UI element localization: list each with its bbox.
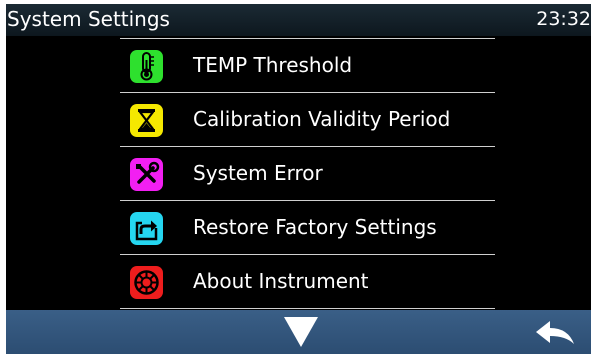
hourglass-icon — [130, 104, 163, 137]
menu-item-temp-threshold[interactable]: TEMP Threshold — [120, 38, 495, 92]
menu-item-label: System Error — [193, 161, 323, 185]
menu-item-label: About Instrument — [193, 269, 369, 293]
bottom-toolbar — [6, 310, 591, 354]
info-ring-icon — [130, 266, 163, 299]
menu-item-calibration-validity[interactable]: Calibration Validity Period — [120, 92, 495, 146]
tools-icon — [130, 158, 163, 191]
title-bar: System Settings 23:32 — [6, 4, 591, 36]
menu-item-restore-factory[interactable]: Restore Factory Settings — [120, 200, 495, 254]
menu-item-label: TEMP Threshold — [193, 53, 353, 77]
menu-item-label: Calibration Validity Period — [193, 107, 451, 131]
thermometer-icon — [130, 50, 163, 83]
settings-screen: System Settings 23:32 TEMP Threshold Cal… — [6, 4, 591, 354]
settings-menu: TEMP Threshold Calibration Validity Peri… — [120, 38, 495, 310]
menu-item-about-instrument[interactable]: About Instrument — [120, 254, 495, 309]
menu-item-system-error[interactable]: System Error — [120, 146, 495, 200]
menu-item-label: Restore Factory Settings — [193, 215, 437, 239]
clock: 23:32 — [536, 8, 591, 30]
page-title: System Settings — [7, 7, 170, 31]
back-arrow-icon[interactable] — [534, 318, 578, 348]
down-arrow-icon[interactable] — [281, 314, 321, 350]
restore-icon — [130, 212, 163, 245]
